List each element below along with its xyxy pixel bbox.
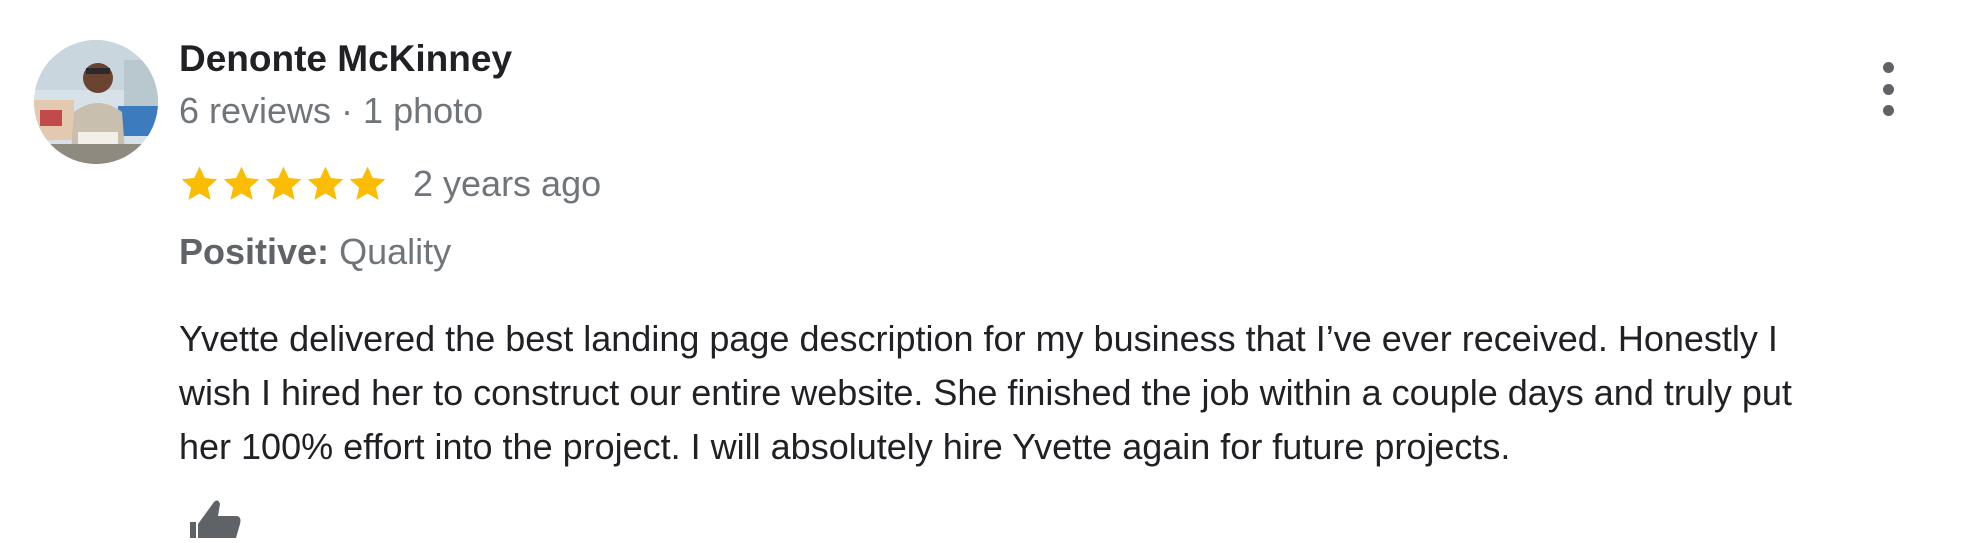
avatar[interactable] (34, 40, 158, 164)
star-icon (349, 166, 386, 200)
attribute-label: Positive: (179, 231, 330, 272)
review-text-line: her 100% effort into the project. I will… (179, 426, 1511, 467)
star-icon (265, 166, 302, 200)
star-icon (181, 166, 218, 200)
star-icon (223, 166, 260, 200)
star-rating (179, 164, 389, 205)
star-icon (307, 166, 344, 200)
more-vert-icon (1882, 105, 1894, 116)
review-text: Yvette delivered the best landing page d… (179, 312, 1944, 474)
review-text-line: Yvette delivered the best landing page d… (179, 318, 1778, 359)
review-card: Denonte McKinney 6 reviews · 1 photo 2 y… (0, 0, 1964, 538)
review-time: 2 years ago (413, 163, 602, 204)
more-options-button[interactable] (1868, 62, 1908, 116)
attribute-value: Quality (339, 231, 452, 272)
like-button[interactable] (190, 498, 250, 538)
review-attribute: Positive: Quality (179, 231, 451, 273)
avatar-photo (34, 40, 158, 164)
reviewer-name[interactable]: Denonte McKinney (179, 38, 512, 80)
rating-row: 2 years ago (179, 160, 601, 208)
review-text-line: wish I hired her to construct our entire… (179, 372, 1792, 413)
thumb-up-icon (190, 500, 241, 538)
reviewer-meta: 6 reviews · 1 photo (179, 90, 484, 131)
more-vert-icon (1882, 83, 1894, 95)
more-vert-icon (1882, 62, 1894, 73)
